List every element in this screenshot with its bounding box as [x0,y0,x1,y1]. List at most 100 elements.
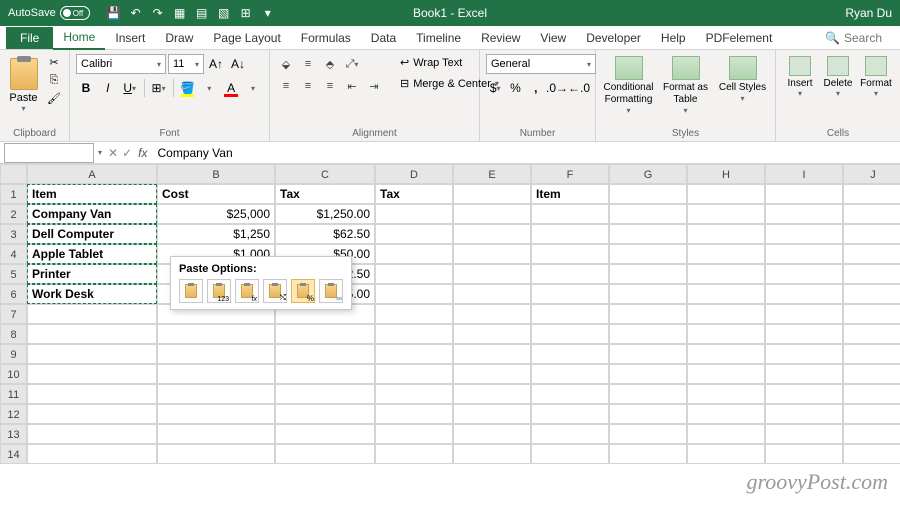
cell-H4[interactable] [687,244,765,264]
cell-H9[interactable] [687,344,765,364]
cell-C3[interactable]: $62.50 [275,224,375,244]
cell-G7[interactable] [609,304,687,324]
undo-icon[interactable]: ↶ [126,3,146,23]
cell-D3[interactable] [375,224,453,244]
underline-button[interactable]: U▾ [120,78,140,98]
cell-J13[interactable] [843,424,900,444]
cell-A14[interactable] [27,444,157,464]
cell-H12[interactable] [687,404,765,424]
tab-developer[interactable]: Developer [576,27,651,49]
cell-F11[interactable] [531,384,609,404]
cell-G4[interactable] [609,244,687,264]
cell-G8[interactable] [609,324,687,344]
cell-E1[interactable] [453,184,531,204]
cell-E4[interactable] [453,244,531,264]
cell-D13[interactable] [375,424,453,444]
paste-transpose-button[interactable]: ⤭ [263,279,287,303]
cell-H3[interactable] [687,224,765,244]
cell-I1[interactable] [765,184,843,204]
row-header-5[interactable]: 5 [0,264,27,284]
enter-formula-icon[interactable]: ✓ [122,146,132,160]
cell-H14[interactable] [687,444,765,464]
cell-C2[interactable]: $1,250.00 [275,204,375,224]
cell-D14[interactable] [375,444,453,464]
align-center-icon[interactable]: ≡ [298,76,318,96]
tab-page-layout[interactable]: Page Layout [203,27,290,49]
cell-D8[interactable] [375,324,453,344]
fx-icon[interactable]: fx [138,146,147,160]
cell-F7[interactable] [531,304,609,324]
paste-formulas-button[interactable]: fx [235,279,259,303]
cell-H11[interactable] [687,384,765,404]
tab-data[interactable]: Data [361,27,406,49]
decrease-indent-icon[interactable]: ⇤ [342,76,362,96]
cell-G9[interactable] [609,344,687,364]
cell-E13[interactable] [453,424,531,444]
format-cells-button[interactable]: Format▾ [858,54,894,98]
col-header-G[interactable]: G [609,164,687,184]
font-size-select[interactable]: 11▾ [168,54,204,74]
row-header-12[interactable]: 12 [0,404,27,424]
cell-E5[interactable] [453,264,531,284]
cell-B12[interactable] [157,404,275,424]
cell-J1[interactable] [843,184,900,204]
row-header-10[interactable]: 10 [0,364,27,384]
cell-G12[interactable] [609,404,687,424]
cell-A10[interactable] [27,364,157,384]
paste-formatting-button[interactable]: % [291,279,315,303]
tab-view[interactable]: View [530,27,576,49]
cell-D2[interactable] [375,204,453,224]
row-header-11[interactable]: 11 [0,384,27,404]
cell-H13[interactable] [687,424,765,444]
delete-cells-button[interactable]: Delete▾ [820,54,856,98]
cell-D12[interactable] [375,404,453,424]
cell-C10[interactable] [275,364,375,384]
cell-D4[interactable] [375,244,453,264]
cell-H7[interactable] [687,304,765,324]
copy-icon[interactable]: ⎘ [45,72,63,88]
cell-B11[interactable] [157,384,275,404]
col-header-B[interactable]: B [157,164,275,184]
row-header-7[interactable]: 7 [0,304,27,324]
cell-I8[interactable] [765,324,843,344]
cell-I5[interactable] [765,264,843,284]
row-header-14[interactable]: 14 [0,444,27,464]
cell-G11[interactable] [609,384,687,404]
cell-F2[interactable] [531,204,609,224]
tab-draw[interactable]: Draw [155,27,203,49]
paste-link-button[interactable]: ∞ [319,279,343,303]
italic-button[interactable]: I [98,78,118,98]
col-header-F[interactable]: F [531,164,609,184]
tab-help[interactable]: Help [651,27,696,49]
qat-btn[interactable]: ▦ [170,3,190,23]
search-box[interactable]: 🔍Search [817,29,890,47]
cell-B3[interactable]: $1,250 [157,224,275,244]
cell-F5[interactable] [531,264,609,284]
spreadsheet-grid[interactable]: ABCDEFGHIJ1ItemCostTaxTaxItem2Company Va… [0,164,900,505]
percent-button[interactable]: % [506,78,524,98]
cell-F8[interactable] [531,324,609,344]
row-header-4[interactable]: 4 [0,244,27,264]
cell-H10[interactable] [687,364,765,384]
cell-B9[interactable] [157,344,275,364]
align-top-icon[interactable]: ⬙ [276,54,296,74]
cell-C8[interactable] [275,324,375,344]
cell-D6[interactable] [375,284,453,304]
cell-G6[interactable] [609,284,687,304]
cell-B8[interactable] [157,324,275,344]
cell-J11[interactable] [843,384,900,404]
cell-C12[interactable] [275,404,375,424]
cell-C11[interactable] [275,384,375,404]
cut-icon[interactable]: ✂ [45,54,63,70]
format-as-table-button[interactable]: Format as Table▾ [659,54,712,116]
name-box[interactable] [4,143,94,163]
cell-B2[interactable]: $25,000 [157,204,275,224]
paste-values-button[interactable]: 123 [207,279,231,303]
cell-J14[interactable] [843,444,900,464]
cell-E3[interactable] [453,224,531,244]
col-header-E[interactable]: E [453,164,531,184]
insert-cells-button[interactable]: Insert▾ [782,54,818,98]
increase-decimal-icon[interactable]: .0→ [547,78,567,98]
cell-E2[interactable] [453,204,531,224]
cell-F3[interactable] [531,224,609,244]
